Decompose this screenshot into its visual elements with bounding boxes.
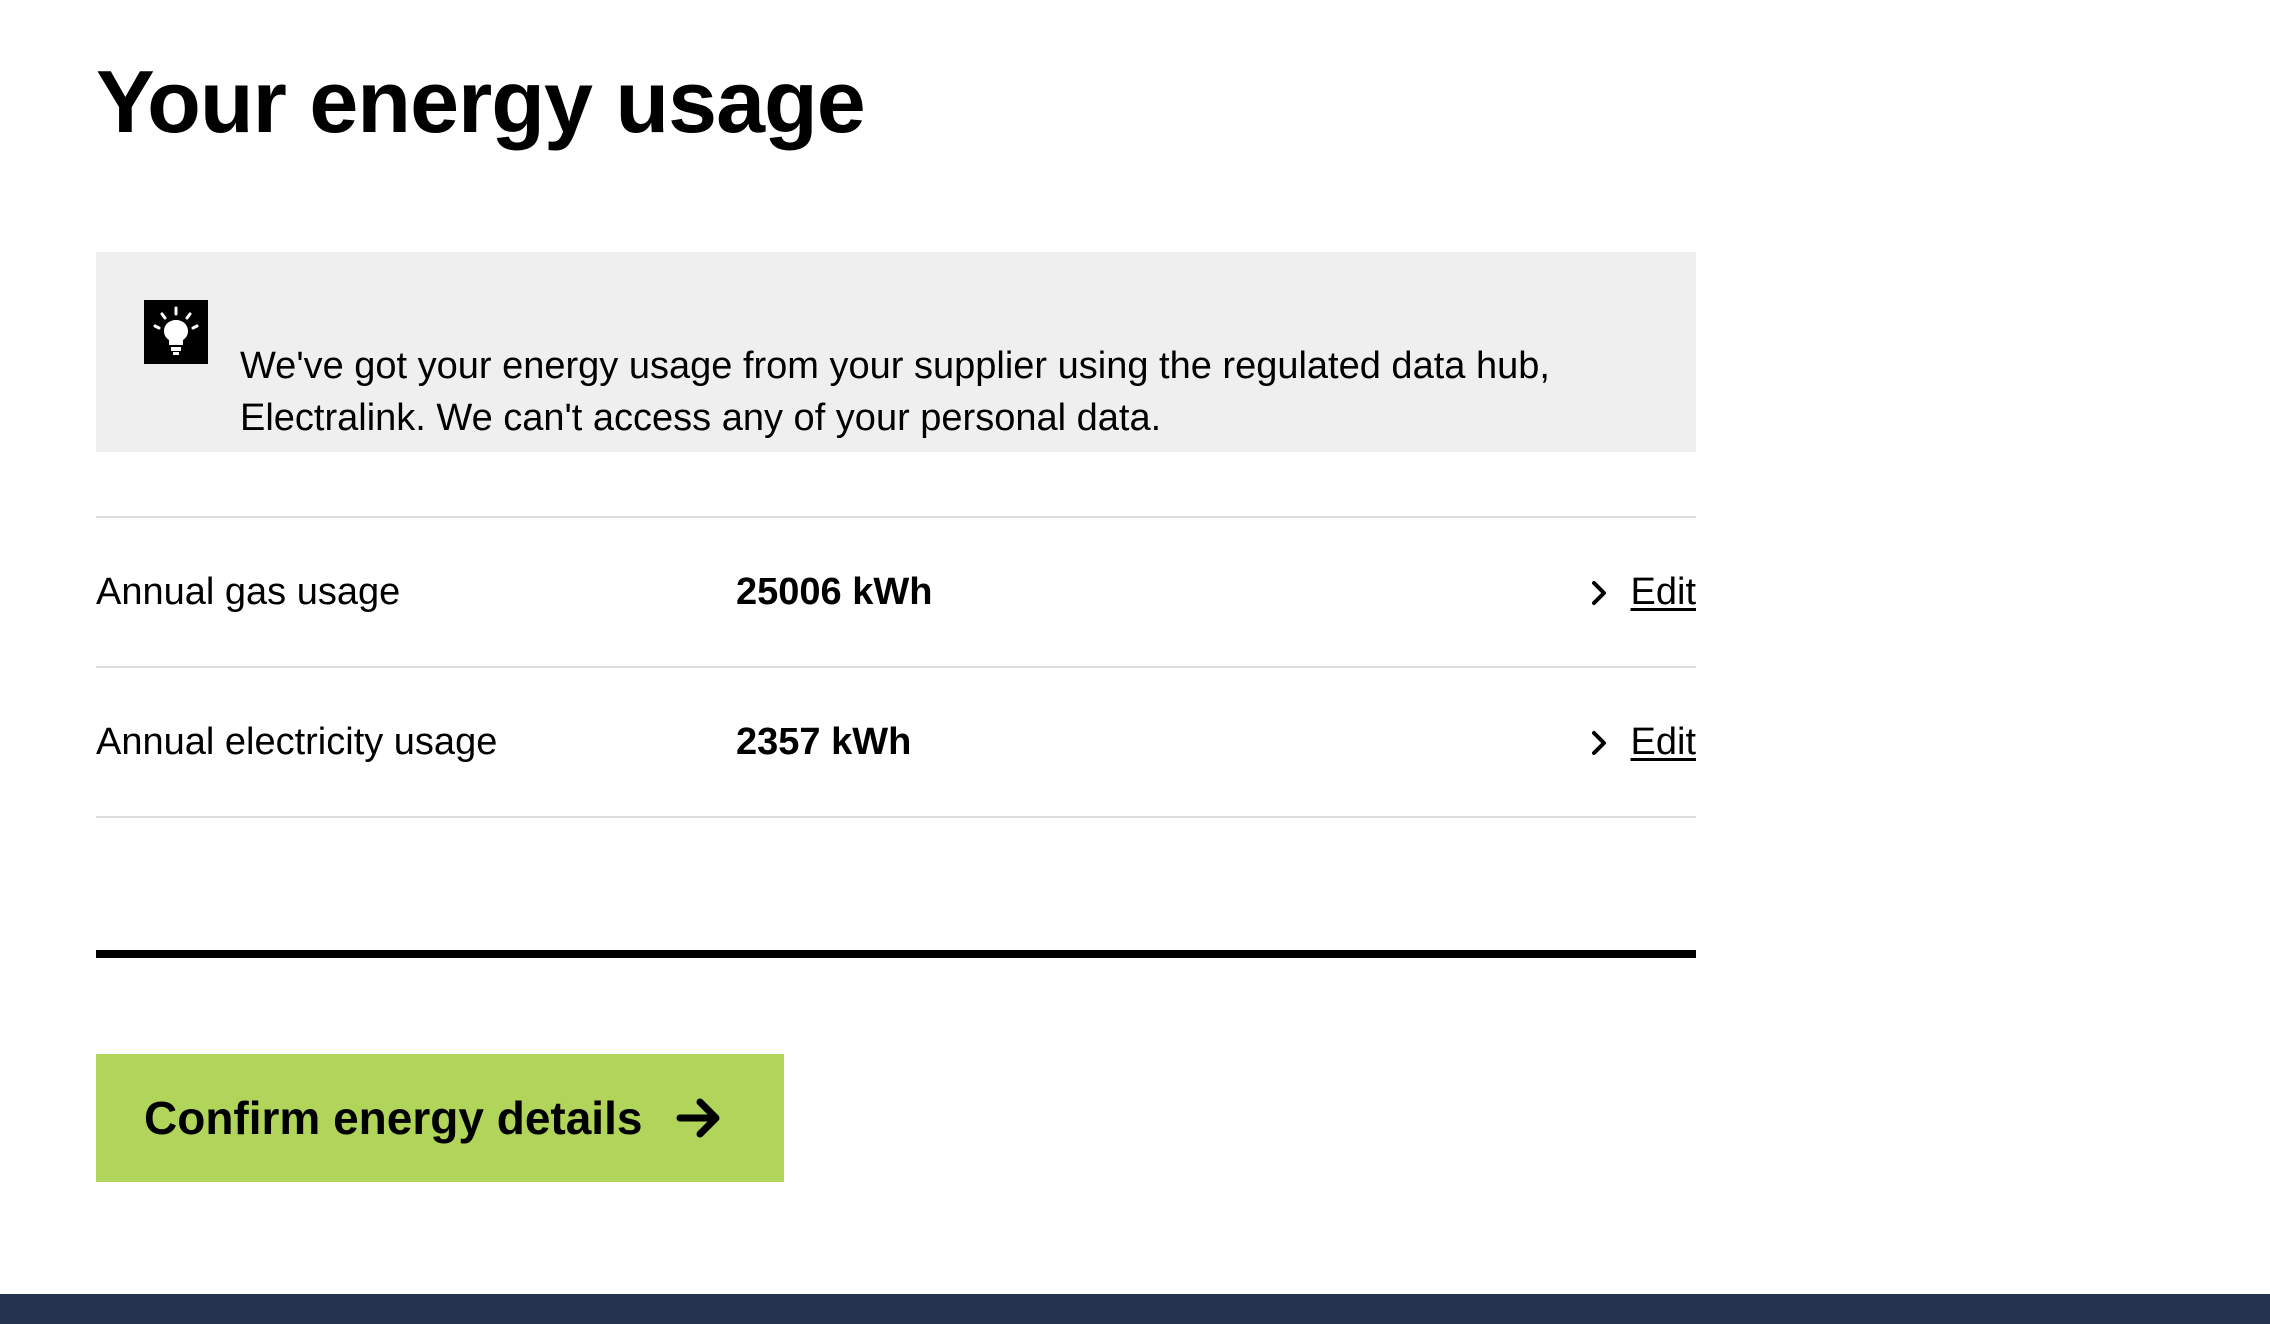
chevron-right-icon xyxy=(1591,730,1606,755)
page-title: Your energy usage xyxy=(96,52,866,151)
info-text: We've got your energy usage from your su… xyxy=(240,345,1550,439)
electricity-usage-label: Annual electricity usage xyxy=(96,721,498,763)
gas-usage-value: 25006 kWh xyxy=(736,571,933,613)
gas-usage-label: Annual gas usage xyxy=(96,571,401,613)
arrow-right-icon xyxy=(676,1098,720,1138)
electricity-usage-row: Annual electricity usage 2357 kWh Edit xyxy=(96,666,1696,818)
edit-electricity-usage-link[interactable]: Edit xyxy=(1589,720,1696,766)
confirm-energy-details-button[interactable]: Confirm energy details xyxy=(96,1054,784,1182)
edit-electricity-usage-label: Edit xyxy=(1630,721,1696,763)
footer-bar xyxy=(0,1294,2270,1324)
chevron-right-icon xyxy=(1591,580,1606,605)
electricity-usage-value: 2357 kWh xyxy=(736,721,912,763)
gas-usage-row: Annual gas usage 25006 kWh Edit xyxy=(96,516,1696,665)
lightbulb-icon xyxy=(144,300,208,364)
edit-gas-usage-label: Edit xyxy=(1630,571,1696,613)
edit-gas-usage-link[interactable]: Edit xyxy=(1589,570,1696,616)
confirm-energy-details-label: Confirm energy details xyxy=(144,1092,643,1144)
info-box: We've got your energy usage from your su… xyxy=(96,252,1696,452)
section-divider xyxy=(96,950,1696,958)
